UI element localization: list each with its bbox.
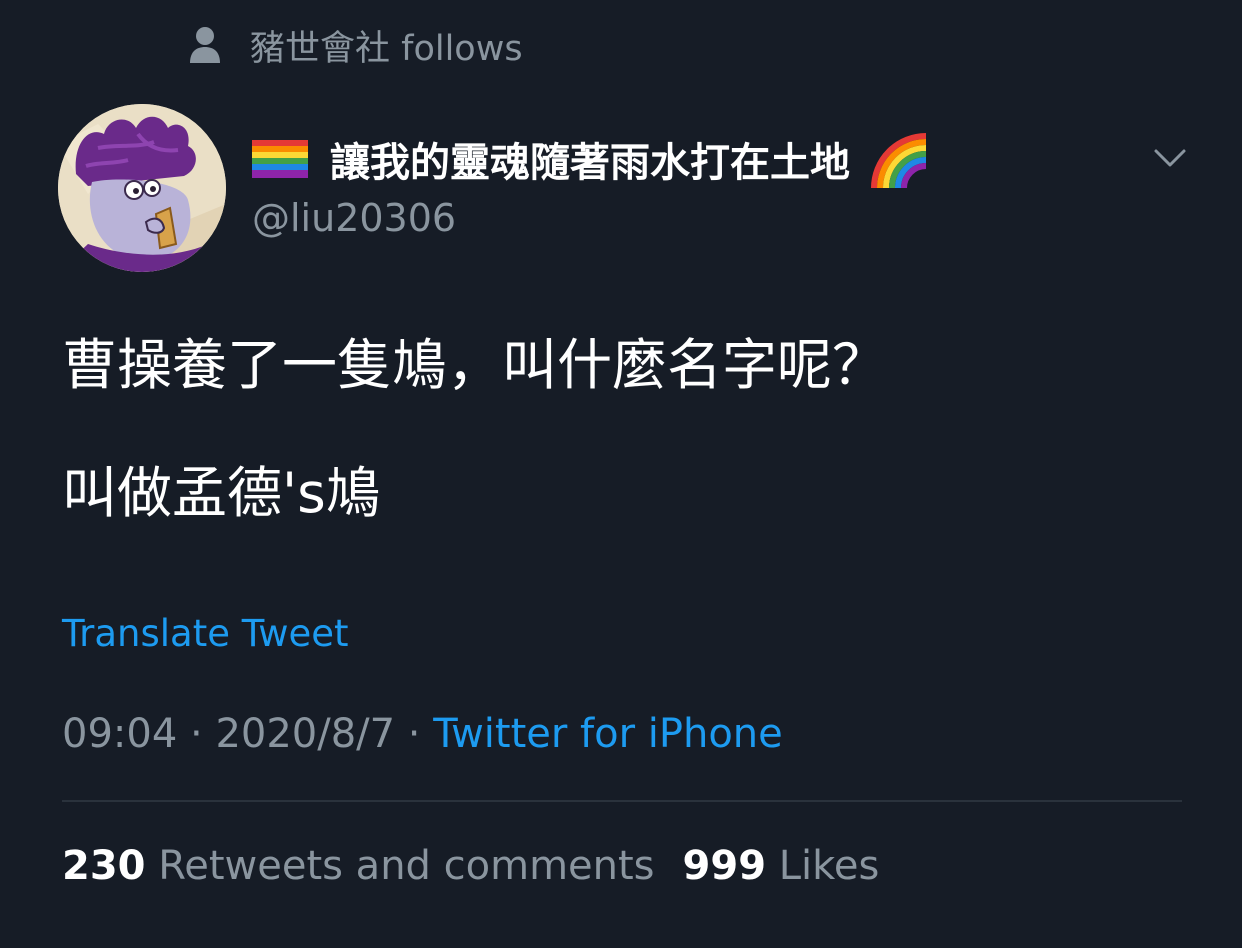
- social-context-text: 豬世會社 follows: [250, 28, 523, 69]
- tweet-date: 2020/8/7: [215, 711, 396, 757]
- tweet-source-link[interactable]: Twitter for iPhone: [433, 711, 783, 757]
- author-display-name[interactable]: 讓我的靈魂隨著雨水打在土地: [330, 130, 850, 188]
- rainbow-flag-icon: [252, 140, 308, 178]
- chevron-down-icon[interactable]: [1150, 138, 1190, 178]
- tweet-time: 09:04: [62, 711, 178, 757]
- rainbow-icon: [871, 133, 927, 189]
- social-context: 豬世會社 follows: [188, 20, 523, 70]
- retweets-stat[interactable]: 230 Retweets and comments: [62, 843, 655, 889]
- tweet-meta: 09:04 · 2020/8/7 · Twitter for iPhone: [62, 706, 783, 762]
- tweet-text-line: 曹操養了一隻鳩，叫什麼名字呢？: [62, 333, 888, 397]
- translate-tweet-link[interactable]: Translate Tweet: [62, 608, 349, 660]
- avatar-illustration: [58, 104, 226, 272]
- retweets-label: Retweets and comments: [145, 843, 655, 889]
- tweet-stats: 230 Retweets and comments 999 Likes: [62, 838, 879, 894]
- meta-separator: ·: [395, 711, 434, 757]
- divider: [62, 800, 1182, 802]
- author-display-name-row[interactable]: 讓我的靈魂隨著雨水打在土地: [252, 128, 928, 190]
- meta-separator: ·: [177, 711, 216, 757]
- retweets-count: 230: [62, 843, 146, 889]
- likes-stat[interactable]: 999 Likes: [683, 843, 880, 889]
- person-icon: [190, 27, 220, 63]
- author-handle[interactable]: @liu20306: [252, 192, 456, 244]
- avatar[interactable]: [58, 104, 226, 272]
- tweet-text-line: 叫做孟德's鳩: [62, 461, 381, 525]
- likes-label: Likes: [766, 843, 880, 889]
- likes-count: 999: [682, 843, 767, 889]
